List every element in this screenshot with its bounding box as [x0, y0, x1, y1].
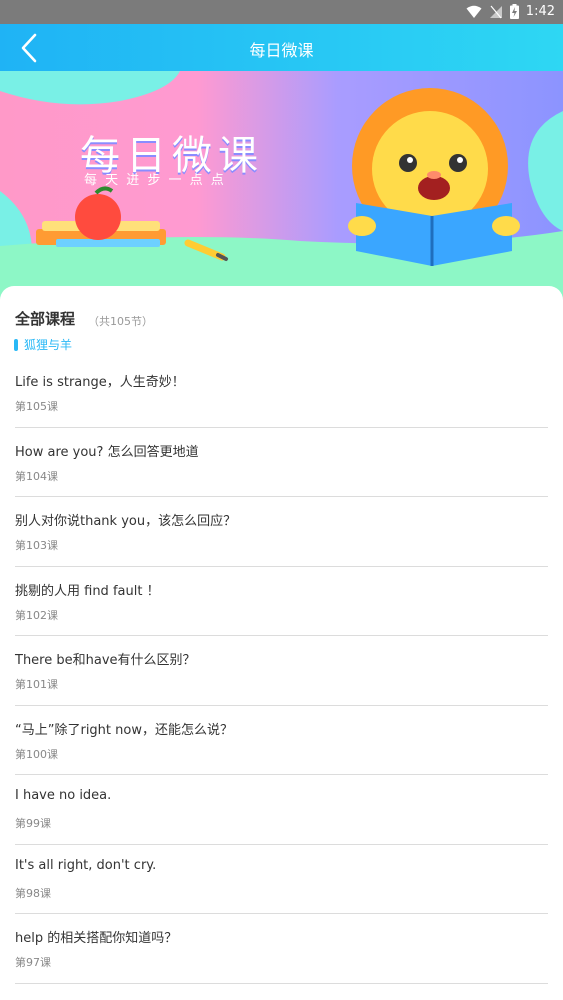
lesson-item[interactable]: help 的相关搭配你知道吗？ 第97课	[15, 914, 548, 984]
lesson-title: “马上”除了right now，还能怎么说？	[15, 722, 233, 738]
lesson-item[interactable]: “马上”除了right now，还能怎么说？ 第100课	[15, 706, 548, 775]
lesson-title: How are you? 怎么回答更地道	[15, 444, 199, 460]
status-time: 1:42	[525, 4, 555, 19]
lesson-item[interactable]: There be和have有什么区别？ 第101课	[15, 636, 548, 706]
battery-charging-icon	[510, 4, 519, 19]
lesson-number: 第104课	[15, 469, 58, 483]
lesson-title: help 的相关搭配你知道吗？	[15, 931, 178, 946]
lesson-number: 第101课	[15, 678, 58, 691]
lesson-number: 第98课	[15, 886, 51, 900]
lesson-list: Life is strange，人生奇妙！ 第105课 How are you?…	[0, 358, 563, 984]
course-count: （共105节）	[88, 315, 153, 328]
lesson-item[interactable]: Life is strange，人生奇妙！ 第105课	[15, 358, 548, 428]
app-header: 每日微课	[0, 24, 563, 71]
banner-image: 每日微课 每 天 进 步 一 点 点	[0, 71, 563, 301]
lesson-number: 第103课	[15, 539, 58, 552]
lesson-number: 第100课	[15, 747, 58, 761]
wifi-icon	[466, 5, 482, 18]
lesson-title: 挑剔的人用 find fault ！	[15, 583, 160, 599]
section-title: 全部课程	[15, 310, 76, 328]
status-icons	[466, 4, 519, 19]
lesson-number: 第105课	[15, 400, 58, 413]
no-signal-icon	[490, 5, 502, 18]
lesson-title: 别人对你说thank you，该怎么回应？	[15, 514, 237, 529]
lesson-item[interactable]: I have no idea. 第99课	[15, 775, 548, 845]
lesson-title: I have no idea.	[15, 788, 112, 803]
status-bar: 1:42	[0, 0, 563, 24]
course-content: 全部课程 （共105节） 狐狸与羊 Life is strange，人生奇妙！ …	[0, 286, 563, 1000]
lesson-title: Life is strange，人生奇妙！	[15, 375, 185, 390]
lesson-number: 第97课	[15, 956, 51, 969]
banner-subtitle: 每 天 进 步 一 点 点	[84, 173, 226, 188]
lesson-title: There be和have有什么区别？	[15, 653, 196, 668]
lesson-number: 第102课	[15, 608, 58, 622]
page-title: 每日微课	[249, 41, 314, 60]
lesson-title: It's all right, don't cry.	[15, 857, 157, 873]
lesson-number: 第99课	[15, 817, 51, 830]
lesson-item[interactable]: 别人对你说thank you，该怎么回应？ 第103课	[15, 497, 548, 567]
category-name: 狐狸与羊	[24, 338, 73, 352]
lesson-item[interactable]: How are you? 怎么回答更地道 第104课	[15, 428, 548, 497]
category-marker	[14, 338, 18, 351]
lesson-item[interactable]: It's all right, don't cry. 第98课	[15, 845, 548, 914]
lesson-item[interactable]: 挑剔的人用 find fault ！ 第102课	[15, 567, 548, 636]
category-label: 狐狸与羊	[14, 336, 72, 353]
